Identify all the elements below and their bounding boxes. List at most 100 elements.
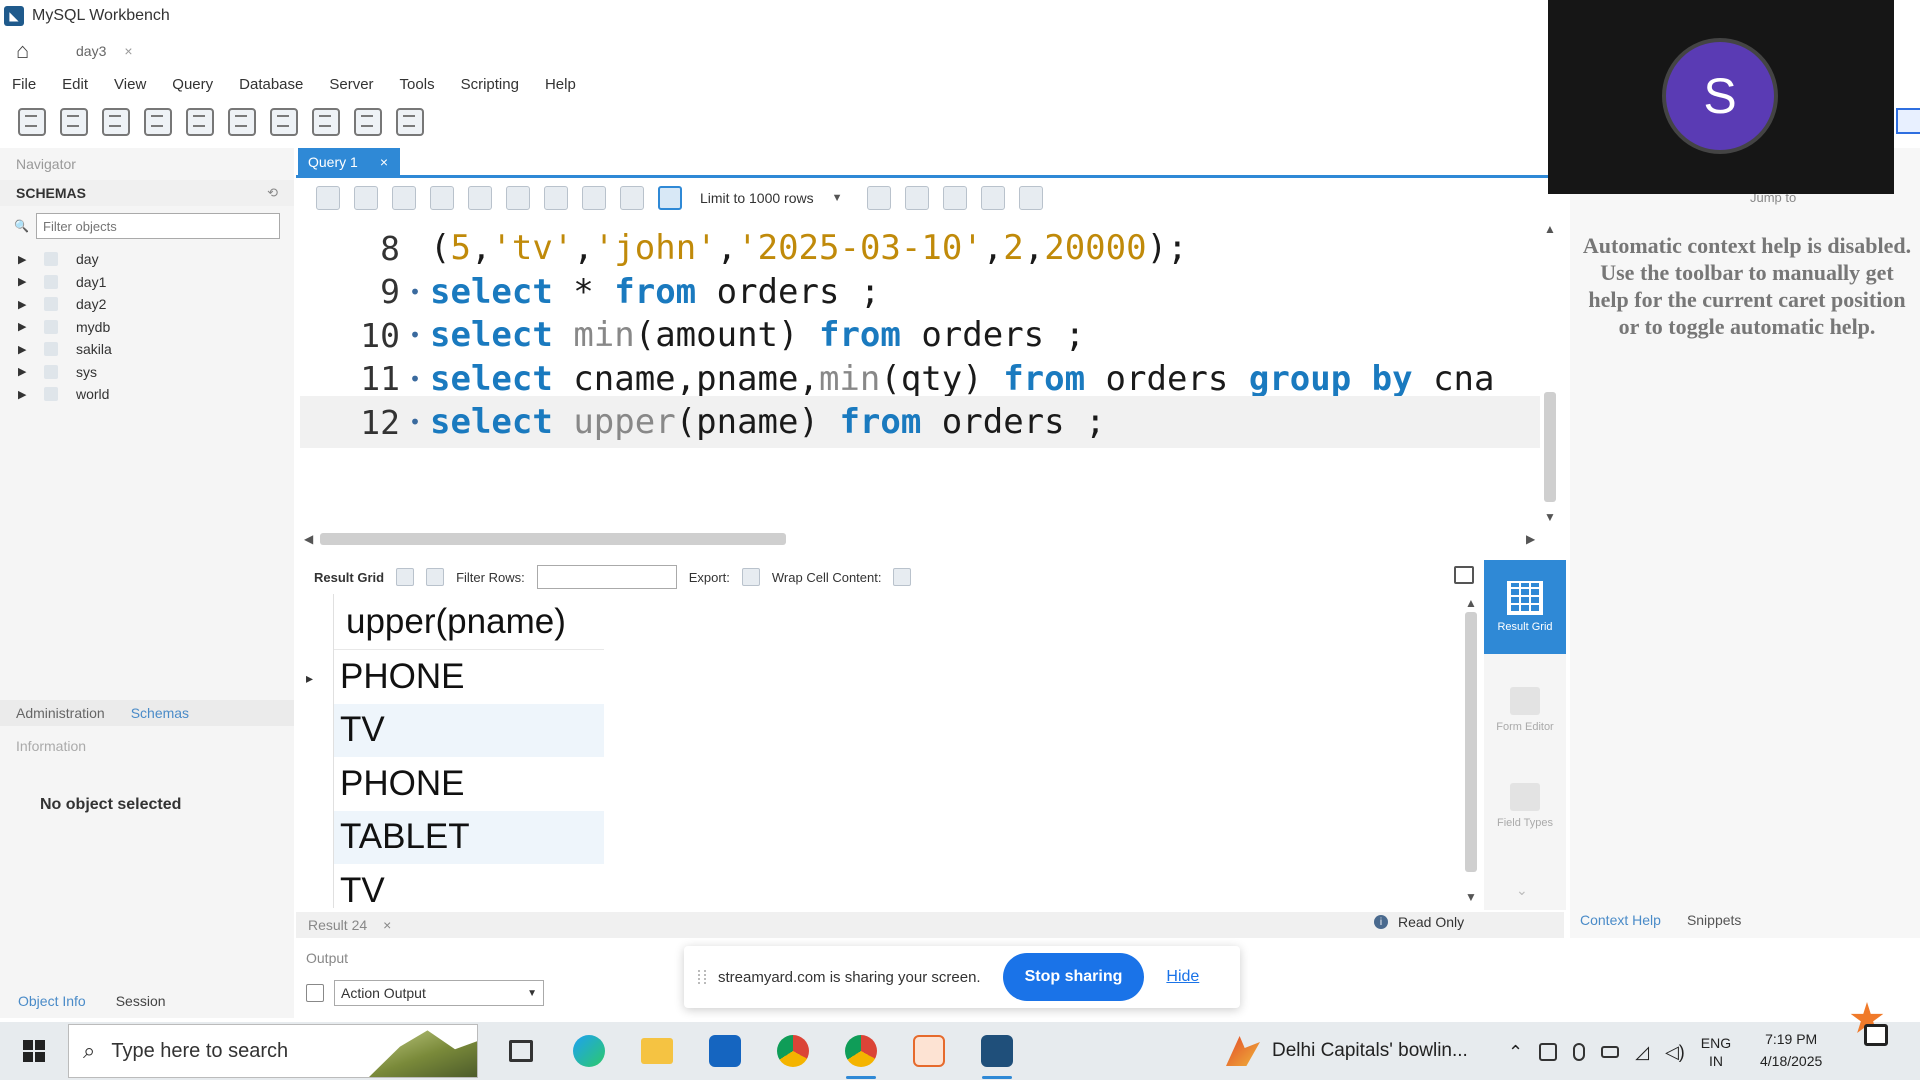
connection-tab[interactable]: day3 × xyxy=(76,43,133,59)
execute-current-icon[interactable] xyxy=(430,186,454,210)
tab-context-help[interactable]: Context Help xyxy=(1580,912,1661,928)
clock[interactable]: 7:19 PM 4/18/2025 xyxy=(1760,1028,1822,1072)
tab-administration[interactable]: Administration xyxy=(16,705,105,721)
form-editor-button[interactable]: Form Editor xyxy=(1484,670,1566,750)
tab-snippets[interactable]: Snippets xyxy=(1687,912,1741,928)
grid-icon[interactable] xyxy=(396,568,415,586)
scroll-down-icon[interactable]: ▼ xyxy=(1544,510,1556,524)
execute-icon[interactable] xyxy=(392,186,416,210)
table-row[interactable]: TV xyxy=(334,864,604,908)
create-view-icon[interactable] xyxy=(228,108,256,136)
menu-tools[interactable]: Tools xyxy=(400,76,435,93)
close-icon[interactable]: × xyxy=(124,43,132,59)
task-view-icon[interactable] xyxy=(496,1029,546,1073)
close-icon[interactable]: × xyxy=(383,917,391,933)
table-row[interactable]: PHONE xyxy=(334,757,604,811)
invisible-chars-icon[interactable] xyxy=(980,186,1005,210)
result-grid[interactable]: upper(pname) ▸ PHONE TV PHONE TABLET TV xyxy=(298,594,1472,908)
table-row[interactable]: TV xyxy=(334,703,604,757)
inspector-icon[interactable] xyxy=(102,108,130,136)
battery-icon[interactable] xyxy=(1601,1046,1620,1058)
tab-schemas[interactable]: Schemas xyxy=(131,705,189,721)
editor-horizontal-scrollbar[interactable]: ◀ ▶ xyxy=(300,530,1540,548)
scroll-left-icon[interactable]: ◀ xyxy=(304,532,313,546)
scroll-right-icon[interactable]: ▶ xyxy=(1526,532,1535,546)
code-line[interactable]: 12 • select upper(pname) from orders ; xyxy=(300,396,1540,448)
panel-toggle-icon[interactable] xyxy=(1896,108,1920,134)
schema-item[interactable]: ▶ day xyxy=(18,248,278,271)
wrap-cell-icon[interactable] xyxy=(893,568,912,586)
powerpoint-icon[interactable] xyxy=(904,1029,954,1073)
explain-icon[interactable] xyxy=(468,186,492,210)
menu-query[interactable]: Query xyxy=(172,76,213,93)
search-table-data-icon[interactable] xyxy=(354,108,382,136)
create-table-icon[interactable] xyxy=(186,108,214,136)
menu-database[interactable]: Database xyxy=(239,76,303,93)
find-icon[interactable] xyxy=(942,186,967,210)
mysql-workbench-taskbar-icon[interactable] xyxy=(972,1029,1022,1079)
expand-arrow-icon[interactable]: ▶ xyxy=(18,388,44,401)
outlook-icon[interactable] xyxy=(700,1029,750,1073)
copy-icon[interactable] xyxy=(306,984,324,1002)
tab-session[interactable]: Session xyxy=(116,993,166,1009)
chevron-up-icon[interactable]: ⌃ xyxy=(1508,1042,1523,1063)
home-icon[interactable]: ⌂ xyxy=(16,38,56,64)
language-indicator[interactable]: ENG IN xyxy=(1701,1034,1731,1070)
refresh-icon[interactable] xyxy=(426,568,445,586)
expand-arrow-icon[interactable]: ▶ xyxy=(18,253,44,266)
scroll-thumb[interactable] xyxy=(320,533,786,545)
output-type-select[interactable]: Action Output ▼ xyxy=(334,980,544,1006)
chrome-icon[interactable] xyxy=(768,1029,818,1073)
commit-icon[interactable] xyxy=(582,186,606,210)
menu-help[interactable]: Help xyxy=(545,76,576,93)
sql-editor[interactable]: 8 (5,'tv','john','2025-03-10',2,20000); 9 •… xyxy=(300,218,1556,534)
filter-objects-input[interactable] xyxy=(36,213,280,239)
toggle-continue-icon[interactable] xyxy=(544,186,568,210)
edge-icon[interactable] xyxy=(564,1029,614,1073)
create-schema-icon[interactable] xyxy=(144,108,172,136)
create-procedure-icon[interactable] xyxy=(270,108,298,136)
result-grid-button[interactable]: Result Grid xyxy=(1484,560,1566,654)
drag-handle-icon[interactable] xyxy=(698,970,706,984)
notification-icon[interactable] xyxy=(1846,1002,1896,1052)
schema-item[interactable]: ▶ world xyxy=(18,383,278,406)
microphone-icon[interactable] xyxy=(1573,1043,1586,1061)
schema-item[interactable]: ▶ mydb xyxy=(18,316,278,339)
hide-link[interactable]: Hide xyxy=(1166,968,1199,986)
wrap-lines-icon[interactable] xyxy=(1018,186,1043,210)
stop-sharing-button[interactable]: Stop sharing xyxy=(1002,953,1145,1001)
tab-query-1[interactable]: Query 1 × xyxy=(298,148,400,176)
menu-file[interactable]: File xyxy=(12,76,36,93)
schema-item[interactable]: ▶ day2 xyxy=(18,293,278,316)
volume-icon[interactable]: ◁) xyxy=(1665,1042,1685,1063)
field-types-button[interactable]: Field Types xyxy=(1484,766,1566,846)
chrome-profile-icon[interactable] xyxy=(836,1029,886,1079)
meet-now-icon[interactable] xyxy=(1539,1043,1558,1061)
schema-item[interactable]: ▶ sys xyxy=(18,361,278,384)
create-function-icon[interactable] xyxy=(312,108,340,136)
menu-view[interactable]: View xyxy=(114,76,146,93)
file-explorer-icon[interactable] xyxy=(632,1029,682,1073)
expand-arrow-icon[interactable]: ▶ xyxy=(18,365,44,378)
taskbar-search[interactable]: ⌕ Type here to search xyxy=(68,1024,478,1078)
menu-scripting[interactable]: Scripting xyxy=(461,76,519,93)
beautify-icon[interactable] xyxy=(904,186,929,210)
open-file-icon[interactable] xyxy=(316,186,340,210)
result-vertical-scrollbar[interactable]: ▲ ▼ xyxy=(1462,596,1480,906)
new-sql-tab-icon[interactable] xyxy=(18,108,46,136)
save-icon[interactable] xyxy=(354,186,378,210)
table-row[interactable]: PHONE xyxy=(334,650,604,704)
menu-server[interactable]: Server xyxy=(329,76,373,93)
limit-rows-select[interactable]: Limit to 1000 rows ▼ xyxy=(700,190,843,206)
column-header[interactable]: upper(pname) xyxy=(334,594,604,650)
expand-arrow-icon[interactable]: ▶ xyxy=(18,343,44,356)
open-sql-script-icon[interactable] xyxy=(60,108,88,136)
stop-icon[interactable] xyxy=(506,186,530,210)
chevron-down-icon[interactable]: ⌄ xyxy=(1516,882,1528,899)
scroll-down-icon[interactable]: ▼ xyxy=(1465,890,1477,904)
filter-rows-input[interactable] xyxy=(536,565,677,589)
reconnect-icon[interactable] xyxy=(396,108,424,136)
expand-arrow-icon[interactable]: ▶ xyxy=(18,298,44,311)
autocommit-icon[interactable] xyxy=(658,186,682,210)
refresh-icon[interactable]: ⟲ xyxy=(267,185,278,201)
